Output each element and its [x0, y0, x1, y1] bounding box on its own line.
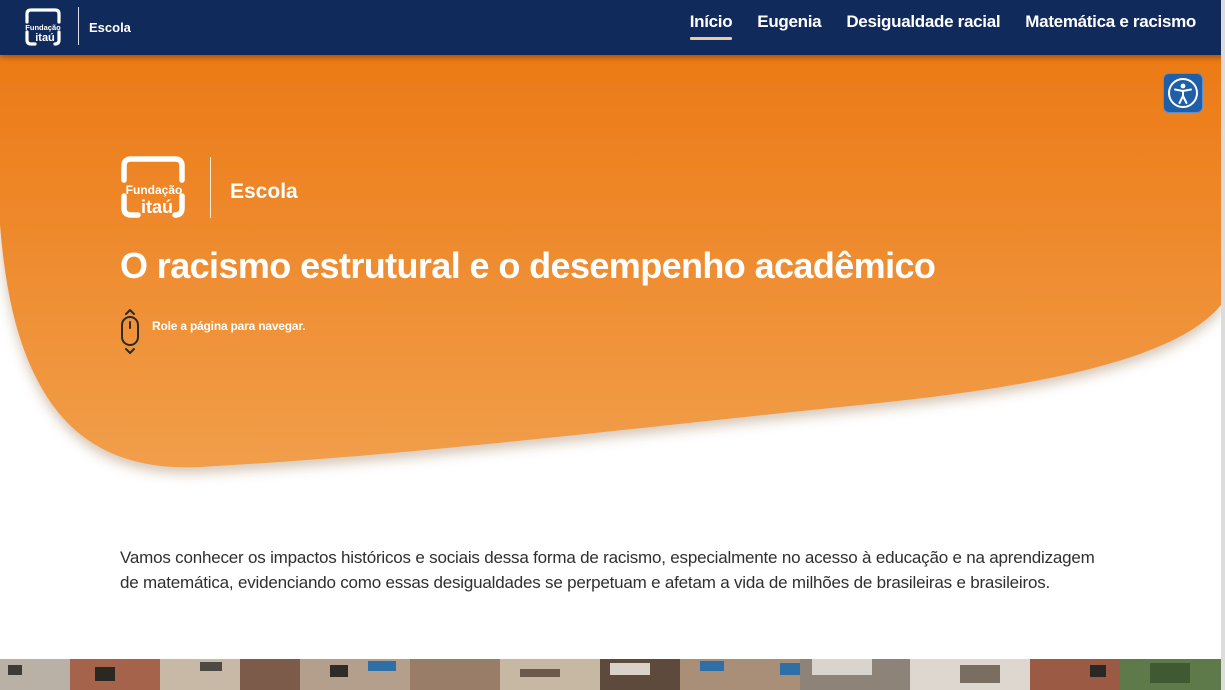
logo-line1: Fundação	[25, 23, 61, 32]
nav-item-desigualdade-racial[interactable]: Desigualdade racial	[846, 12, 1000, 40]
main-nav: Início Eugenia Desigualdade racial Matem…	[689, 12, 1196, 40]
intro-paragraph: Vamos conhecer os impactos históricos e …	[120, 548, 1095, 592]
nav-item-inicio[interactable]: Início	[689, 12, 733, 40]
scroll-hint: Role a página para navegar.	[118, 308, 306, 356]
accessibility-button[interactable]	[1163, 73, 1203, 113]
favela-photo	[0, 659, 1221, 690]
hero-divider	[210, 157, 211, 218]
logo-line2: itaú	[35, 32, 55, 44]
fundacao-itau-logo[interactable]: Fundação itaú	[23, 8, 63, 46]
header-section-label: Escola	[89, 20, 131, 35]
hero-logo-line1: Fundação	[126, 183, 183, 197]
scroll-mouse-icon	[121, 309, 139, 354]
page-scrollbar[interactable]	[1221, 0, 1225, 690]
hero-fundacao-itau-logo: Fundação itaú	[121, 156, 185, 218]
accessibility-icon	[1168, 78, 1198, 108]
nav-item-matematica-e-racismo[interactable]: Matemática e racismo	[1025, 12, 1196, 40]
top-navigation-bar: Fundação itaú Escola Início Eugenia Desi…	[0, 0, 1225, 55]
page-title: O racismo estrutural e o desempenho acad…	[120, 245, 936, 286]
scroll-hint-text: Role a página para navegar.	[152, 319, 306, 333]
header-divider	[78, 7, 79, 45]
hero-section-label: Escola	[230, 180, 298, 203]
hero-logo-line2: itaú	[141, 197, 173, 217]
nav-item-eugenia[interactable]: Eugenia	[757, 12, 821, 40]
